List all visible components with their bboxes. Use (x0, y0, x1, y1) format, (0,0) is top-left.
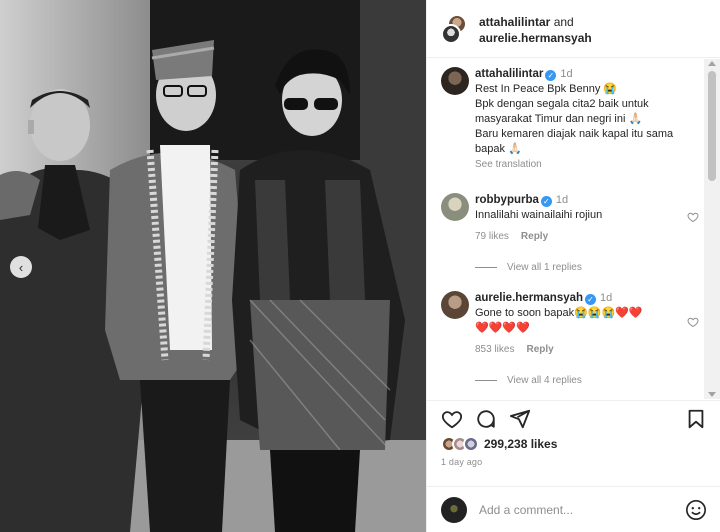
comment-text: Innalilahi wainailaihi rojiun (475, 209, 603, 221)
avatar[interactable] (441, 67, 469, 95)
avatar[interactable] (441, 291, 469, 319)
heart-icon[interactable] (687, 316, 699, 328)
comment-username[interactable]: attahalilintar (475, 68, 543, 80)
scrollbar-thumb[interactable] (708, 71, 716, 181)
likes-summary[interactable]: 299,238 likes (441, 435, 557, 453)
bookmark-icon[interactable] (685, 408, 707, 430)
avatar (441, 497, 467, 523)
post-panel: attahalilintar and aurelie.hermansyah at… (426, 0, 720, 532)
view-replies-text: View all 1 replies (507, 262, 582, 273)
and-text: and (553, 15, 574, 29)
post-image-grayscale (0, 0, 426, 532)
collab-usernames: attahalilintar and aurelie.hermansyah (479, 14, 592, 46)
view-replies-link[interactable]: View all 1 replies (475, 262, 582, 273)
comment-input[interactable] (479, 499, 669, 521)
scroll-down-icon[interactable] (708, 392, 716, 397)
collab-avatars[interactable] (441, 14, 471, 44)
comment-likes[interactable]: 853 likes (475, 344, 514, 355)
comment-text: Baru kemaren diajak naik kapal itu sama … (475, 128, 674, 155)
comment-time: 1d (600, 292, 613, 304)
heart-icon[interactable] (687, 211, 699, 223)
view-replies-text: View all 4 replies (507, 375, 582, 386)
comment-icon[interactable] (475, 408, 497, 430)
comment-username[interactable]: robbypurba (475, 194, 539, 206)
avatar (463, 436, 479, 452)
comment-time: 1d (560, 68, 573, 80)
comments-list: attahalilintar ✓ 1d Rest In Peace Bpk Benn… (427, 59, 705, 399)
comment-text: Gone to soon bapak😭😭😭❤️❤️ (475, 307, 643, 319)
avatar (441, 24, 461, 44)
share-icon[interactable] (509, 408, 531, 430)
divider (475, 380, 497, 381)
comment-text: ❤️❤️❤️❤️ (475, 322, 530, 334)
comment-username[interactable]: aurelie.hermansyah (475, 292, 583, 304)
see-translation-link[interactable]: See translation (475, 157, 695, 172)
chevron-left-icon[interactable]: ‹ (10, 256, 32, 278)
comment-time: 1d (555, 194, 569, 206)
instagram-post-view: ‹ attahalilintar and aurelie.hermansyah … (0, 0, 720, 532)
post-photo[interactable]: ‹ (0, 0, 426, 532)
comment-likes[interactable]: 79 likes (475, 231, 509, 242)
avatar[interactable] (441, 193, 469, 221)
likes-count[interactable]: 299,238 likes (484, 437, 557, 451)
verified-badge-icon: ✓ (540, 196, 552, 207)
username-link[interactable]: attahalilintar (479, 15, 550, 29)
scroll-up-icon[interactable] (708, 61, 716, 66)
view-replies-link[interactable]: View all 4 replies (475, 375, 582, 386)
scrollbar[interactable] (704, 59, 720, 399)
post-actions: 299,238 likes 1 day ago (427, 400, 720, 486)
add-comment-bar (427, 486, 720, 532)
reply-button[interactable]: Reply (526, 344, 553, 355)
verified-badge-icon: ✓ (585, 294, 597, 305)
comment-text: Rest In Peace Bpk Benny 😭 (475, 83, 618, 95)
username-link[interactable]: aurelie.hermansyah (479, 31, 592, 45)
heart-icon[interactable] (441, 408, 463, 430)
reply-button[interactable]: Reply (521, 231, 548, 242)
comment-text: Bpk dengan segala cita2 baik untuk masya… (475, 98, 649, 125)
verified-badge-icon: ✓ (545, 70, 557, 81)
emoji-icon[interactable] (685, 499, 707, 521)
post-time-ago: 1 day ago (441, 457, 483, 467)
divider (475, 267, 497, 268)
post-header: attahalilintar and aurelie.hermansyah (427, 0, 720, 58)
